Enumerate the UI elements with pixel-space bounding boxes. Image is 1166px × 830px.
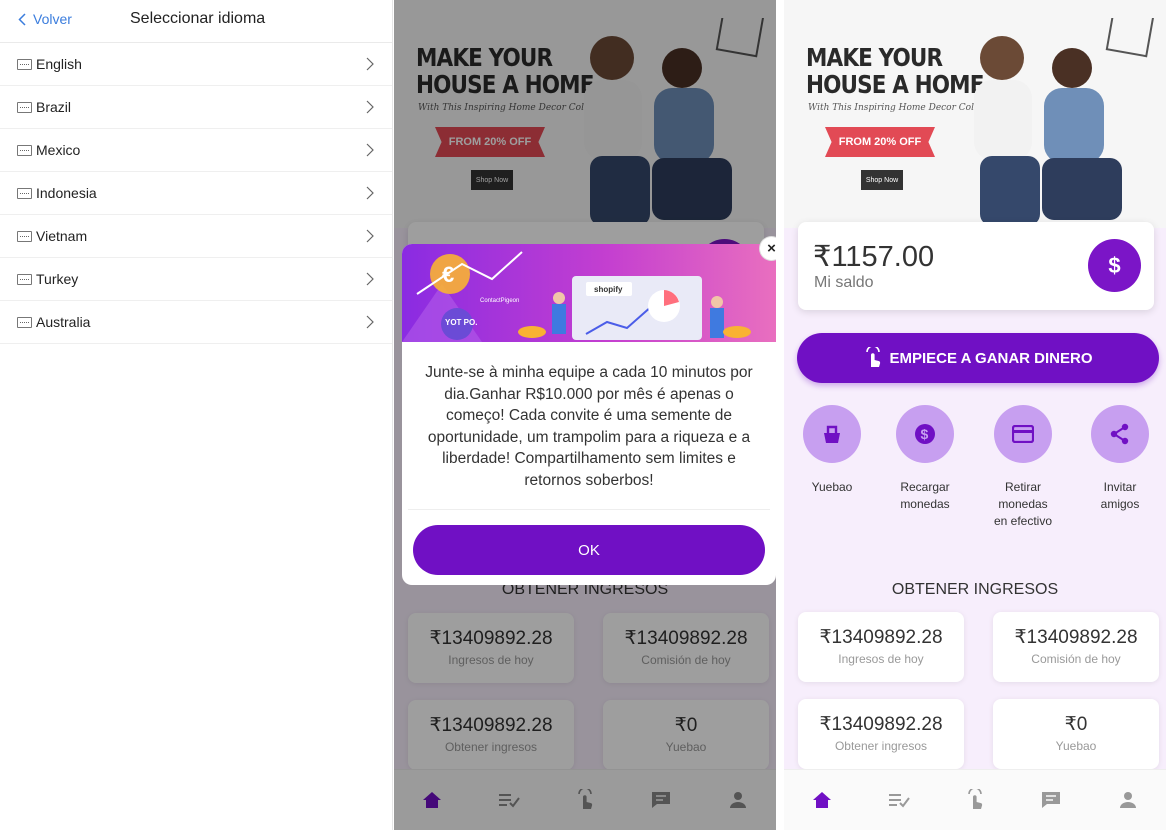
balance-card: ₹1157.00 Mi saldo $ [798, 222, 1154, 310]
chevron-right-icon [366, 143, 374, 157]
promo-banner[interactable]: MAKE YOUR HOUSE A HOME With This Inspiri… [784, 0, 1166, 228]
flag-icon [17, 316, 32, 328]
balance-amount: ₹1157.00 [813, 241, 935, 273]
profile-icon[interactable] [1108, 780, 1148, 820]
yotpo-label: YOT PO. [445, 318, 477, 327]
svg-text:$: $ [921, 426, 929, 442]
tap-hand-icon [866, 347, 881, 367]
quick-action-label: Yuebao [787, 479, 877, 496]
earn-icon[interactable] [955, 780, 995, 820]
start-earning-button[interactable]: EMPIECE A GANAR DINERO [797, 333, 1159, 383]
language-item-australia[interactable]: Australia [0, 301, 392, 344]
tasks-icon[interactable] [879, 780, 919, 820]
quick-action-label-line: Yuebao [811, 480, 853, 494]
quick-action-label-line: Invitar [1103, 480, 1137, 494]
ok-button[interactable]: OK [413, 525, 765, 575]
language-item-vietnam[interactable]: Vietnam [0, 215, 392, 258]
language-label: Vietnam [36, 228, 88, 244]
flag-icon [17, 273, 32, 285]
stat-label: Obtener ingresos [834, 739, 928, 753]
income-section-title: OBTENER INGRESOS [891, 581, 1059, 598]
quick-action-label-line: Recargar [900, 480, 950, 494]
chevron-right-icon [366, 272, 374, 286]
stat-card: ₹13409892.28 Ingresos de hoy [798, 612, 964, 682]
euro-label: € [442, 262, 454, 287]
language-item-indonesia[interactable]: Indonesia [0, 172, 392, 215]
back-button[interactable]: Volver [18, 11, 72, 27]
page-title: Seleccionar idioma [130, 10, 266, 27]
stat-card: ₹13409892.28 Comisión de hoy [993, 612, 1159, 682]
start-earning-label: EMPIECE A GANAR DINERO [889, 349, 1093, 367]
balance-label: Mi saldo [814, 274, 874, 291]
share-icon [1091, 405, 1149, 463]
chevron-left-icon [18, 12, 26, 26]
quick-action-label-line: amigos [1100, 497, 1140, 511]
quick-action-label: Invitar amigos [1075, 479, 1165, 513]
quick-action-label-line: en efectivo [993, 514, 1053, 528]
flag-icon [17, 101, 32, 113]
chevron-right-icon [366, 186, 374, 200]
quick-action-yuebao[interactable]: Yuebao [787, 405, 877, 496]
home-screen-with-modal: MAKE YOUR HOUSE A HOME With This Inspiri… [394, 0, 776, 830]
language-label: Turkey [36, 271, 79, 287]
modal-message: Junte-se à minha equipe a cada 10 minuto… [425, 364, 753, 489]
language-item-turkey[interactable]: Turkey [0, 258, 392, 301]
quick-action-label: Recargar monedas [880, 479, 970, 513]
modal-illustration: € YOT PO. ContactPigeon shopify [402, 244, 776, 342]
stat-value: ₹0 [1064, 714, 1088, 735]
chat-icon[interactable] [1031, 780, 1071, 820]
home-icon[interactable] [802, 780, 842, 820]
flag-icon [17, 58, 32, 70]
home-screen: MAKE YOUR HOUSE A HOME With This Inspiri… [784, 0, 1166, 830]
coin-icon: $ [896, 405, 954, 463]
marketing-illustration: € YOT PO. ContactPigeon shopify [402, 251, 751, 342]
language-label: Australia [36, 314, 91, 330]
stat-card: ₹13409892.28 Obtener ingresos [798, 699, 964, 769]
quick-action-label: Retirar monedas en efectivo [978, 479, 1068, 530]
shop-now-button[interactable]: Shop Now [861, 170, 903, 190]
modal-divider [408, 509, 770, 510]
language-label: Mexico [36, 142, 81, 158]
invite-modal: € YOT PO. ContactPigeon shopify Junte-se… [402, 244, 776, 585]
quick-action-withdraw[interactable]: Retirar monedas en efectivo [978, 405, 1068, 530]
yuebao-icon [803, 405, 861, 463]
language-screen: Volver Seleccionar idioma English Brazil… [0, 0, 393, 830]
quick-action-label-line: monedas [998, 497, 1048, 511]
chevron-right-icon [366, 100, 374, 114]
banner-promo: FROM 20% OFF [825, 127, 935, 157]
language-item-brazil[interactable]: Brazil [0, 86, 392, 129]
flag-icon [17, 187, 32, 199]
language-label: Brazil [36, 99, 72, 115]
stat-label: Ingresos de hoy [838, 652, 924, 666]
language-header: Volver Seleccionar idioma [0, 0, 392, 43]
language-list: English Brazil Mexico Indonesia Vietnam … [0, 43, 392, 344]
stat-label: Yuebao [1055, 739, 1097, 753]
flag-icon [17, 230, 32, 242]
quick-action-recharge[interactable]: $ Recargar monedas [880, 405, 970, 513]
dollar-icon[interactable]: $ [1088, 239, 1141, 292]
language-label: Indonesia [36, 185, 97, 201]
stat-card: ₹0 Yuebao [993, 699, 1159, 769]
shopify-label: shopify [594, 285, 623, 294]
quick-action-label-line: monedas [900, 497, 950, 511]
stat-value: ₹13409892.28 [819, 627, 943, 648]
chevron-right-icon [366, 315, 374, 329]
stat-value: ₹13409892.28 [819, 714, 943, 735]
stat-value: ₹13409892.28 [1014, 627, 1138, 648]
contact-label: ContactPigeon [480, 298, 519, 304]
language-item-english[interactable]: English [0, 43, 392, 86]
chevron-right-icon [366, 57, 374, 71]
stat-label: Comisión de hoy [1031, 652, 1121, 666]
card-icon [994, 405, 1052, 463]
language-label: English [36, 56, 82, 72]
close-icon[interactable]: × [760, 237, 776, 260]
bottom-tabbar [784, 769, 1166, 830]
couple-photo [974, 18, 1155, 226]
quick-action-invite[interactable]: Invitar amigos [1075, 405, 1165, 513]
quick-action-label-line: Retirar [1004, 480, 1041, 494]
chevron-right-icon [366, 229, 374, 243]
back-label: Volver [33, 11, 72, 27]
language-item-mexico[interactable]: Mexico [0, 129, 392, 172]
flag-icon [17, 144, 32, 156]
